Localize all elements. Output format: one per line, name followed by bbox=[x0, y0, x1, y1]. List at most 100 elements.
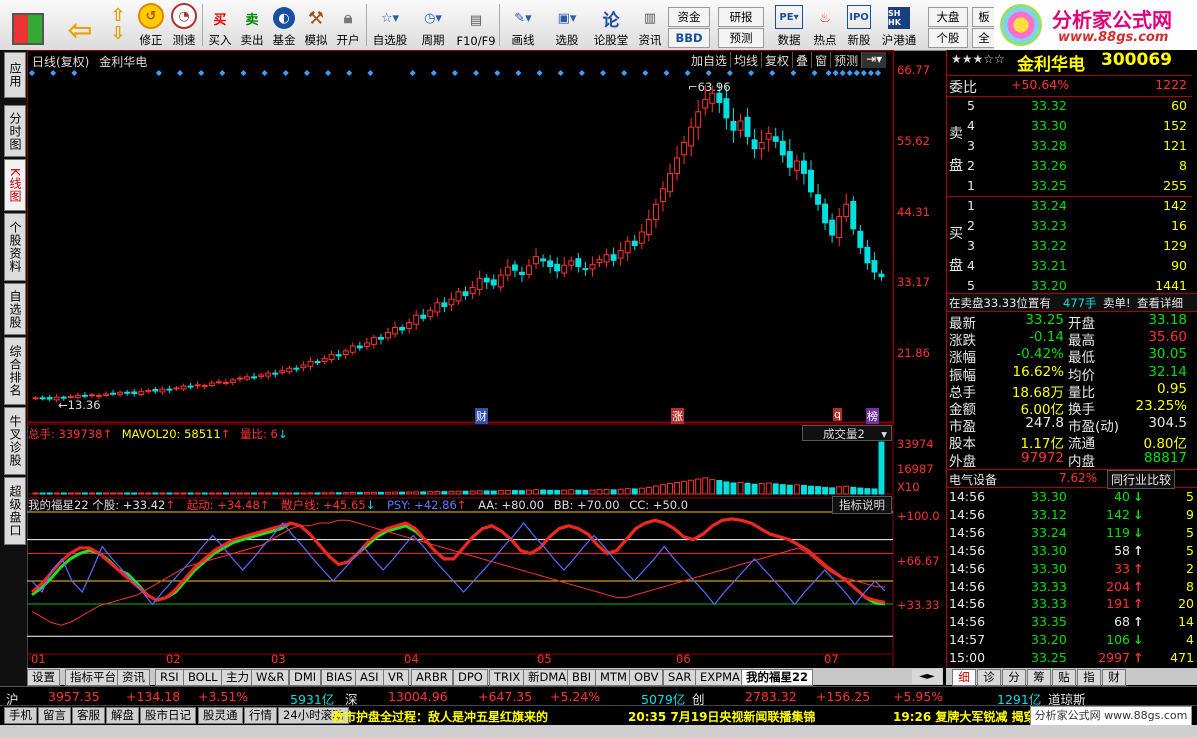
screener-button[interactable]: ▣▾ 选股 bbox=[546, 2, 588, 48]
data-button[interactable]: PE▾ 数据 bbox=[768, 2, 810, 48]
hot-button[interactable]: ♨ 热点 bbox=[810, 2, 840, 48]
indicator-tab[interactable]: VR bbox=[383, 669, 409, 686]
buy-order-row[interactable]: 4 33.21 90 bbox=[947, 258, 1187, 276]
tab-timeshare[interactable]: 分时图 bbox=[4, 105, 26, 157]
quote-tab[interactable]: 诊 bbox=[977, 669, 1001, 686]
right-arrow-icon[interactable]: ► bbox=[927, 671, 935, 682]
indicator-tab[interactable]: MTM bbox=[595, 669, 632, 686]
indicator-tab[interactable]: 新DMA bbox=[523, 669, 572, 686]
quote-tab[interactable]: 指 bbox=[1077, 669, 1101, 686]
event-finance[interactable]: 财 bbox=[475, 408, 488, 424]
open-account-button[interactable]: 🔒︎ 开户 bbox=[333, 2, 363, 48]
indicator-tab[interactable]: DMI bbox=[289, 669, 322, 686]
forum-button[interactable]: 论 论股堂 bbox=[591, 2, 631, 48]
news-headline-3[interactable]: 19:26 复牌大军锐减 揭穿 bbox=[893, 708, 1036, 725]
f10-button[interactable]: ▤ F10/F9 bbox=[456, 2, 496, 49]
indicator-tab[interactable]: DPO bbox=[453, 669, 488, 686]
buy-button[interactable]: 买 买入 bbox=[205, 2, 235, 48]
quote-tab[interactable]: 财 bbox=[1102, 669, 1126, 686]
indicator-tab[interactable]: 指标平台 bbox=[65, 669, 121, 686]
fund-button[interactable]: ◐ 基金 bbox=[269, 2, 299, 48]
quote-tab[interactable]: 筹 bbox=[1027, 669, 1051, 686]
sell-order-row[interactable]: 2 33.26 8 bbox=[947, 158, 1187, 176]
news-tab[interactable]: 手机 bbox=[4, 707, 37, 724]
forecast-button[interactable]: 预测 bbox=[718, 28, 764, 48]
sell-order-row[interactable]: 1 33.25 255 bbox=[947, 178, 1187, 196]
add-watch-button[interactable]: 加自选 bbox=[688, 52, 732, 68]
event-q[interactable]: q bbox=[833, 408, 842, 421]
buy-order-row[interactable]: 1 33.24 142 bbox=[947, 198, 1187, 216]
left-arrow-icon[interactable]: ◄ bbox=[919, 671, 927, 682]
period-button[interactable]: ◷▾ 周期 bbox=[414, 2, 452, 48]
ipo-button[interactable]: IPO 新股 bbox=[843, 2, 875, 48]
news-tab[interactable]: 客服 bbox=[72, 707, 105, 724]
quote-tab[interactable]: 贴 bbox=[1052, 669, 1076, 686]
tab-diagnose[interactable]: 牛叉诊股 bbox=[4, 407, 26, 475]
xiuzheng-button[interactable]: ↺ 修正 bbox=[134, 2, 168, 48]
windows-logo-button[interactable] bbox=[8, 2, 48, 48]
notice-detail-link[interactable]: 查看详细 bbox=[1137, 295, 1183, 311]
news-headline-1[interactable]: 救市护盘全过程：敌人是冲五星红旗来的 bbox=[332, 708, 548, 725]
research-button[interactable]: 研报 bbox=[718, 7, 764, 27]
news-tab[interactable]: 股灵通 bbox=[198, 707, 243, 724]
updown-button[interactable]: ⇧ ⇩ bbox=[106, 2, 130, 48]
sell-order-row[interactable]: 5 33.32 60 bbox=[947, 98, 1187, 116]
buy-order-row[interactable]: 3 33.22 129 bbox=[947, 238, 1187, 256]
watchlist-button[interactable]: ☆▾ 自选股 bbox=[369, 2, 411, 48]
ma-button[interactable]: 均线 bbox=[731, 52, 763, 68]
tab-apps[interactable]: 应用 bbox=[4, 52, 26, 98]
sell-button[interactable]: 卖 卖出 bbox=[237, 2, 267, 48]
sell-order-row[interactable]: 4 33.30 152 bbox=[947, 118, 1187, 136]
indicator-tab[interactable]: OBV bbox=[629, 669, 664, 686]
news-tab[interactable]: 解盘 bbox=[106, 707, 139, 724]
industry-compare-button[interactable]: 同行业比较 bbox=[1107, 470, 1176, 489]
tab-ranking[interactable]: 综合排名 bbox=[4, 337, 26, 405]
volume-dropdown[interactable]: 成交量2 ▾ bbox=[802, 425, 892, 441]
indicator-tab[interactable]: 主力 bbox=[221, 669, 254, 686]
indicator-tab[interactable]: ARBR bbox=[411, 669, 453, 686]
indicator-tab[interactable]: BIAS bbox=[321, 669, 358, 686]
bbd-button[interactable]: BBD bbox=[668, 28, 710, 48]
kline-chart[interactable] bbox=[27, 50, 946, 667]
tab-profile[interactable]: 个股资料 bbox=[4, 213, 26, 281]
ban-button[interactable]: 板 bbox=[972, 7, 996, 27]
indicator-tab[interactable]: BOLL bbox=[183, 669, 223, 686]
indicator-tab[interactable]: 设置 bbox=[27, 669, 60, 686]
tab-kline[interactable]: K线图 bbox=[4, 159, 26, 211]
simulate-button[interactable]: ⚒ 模拟 bbox=[301, 2, 331, 48]
shhk-button[interactable]: SH HK 沪港通 bbox=[878, 2, 920, 48]
indicator-tab[interactable]: 我的福星22 bbox=[741, 669, 814, 686]
indicator-tab[interactable]: BBI bbox=[567, 669, 597, 686]
indicator-tab[interactable]: SAR bbox=[663, 669, 697, 686]
buy-order-row[interactable]: 2 33.23 16 bbox=[947, 218, 1187, 236]
indicator-tab[interactable]: ASI bbox=[355, 669, 384, 686]
zijin-dropdown[interactable]: 资金 bbox=[668, 7, 710, 27]
gegu-button[interactable]: 个股 bbox=[928, 28, 968, 48]
dapan-dropdown[interactable]: 大盘 bbox=[928, 7, 968, 27]
sell-order-row[interactable]: 3 33.28 121 bbox=[947, 138, 1187, 156]
news-tab[interactable]: 留言 bbox=[38, 707, 71, 724]
quote-tab[interactable]: 细 bbox=[952, 669, 976, 686]
news-headline-2[interactable]: 20:35 7月19日央视新闻联播集锦 bbox=[628, 708, 815, 725]
indicator-help-button[interactable]: 指标说明 bbox=[832, 496, 892, 514]
indicator-tab[interactable]: EXPMA bbox=[695, 669, 745, 686]
event-limitup[interactable]: 涨 bbox=[671, 408, 684, 424]
window-button[interactable]: 窗 bbox=[812, 52, 832, 68]
quan-button[interactable]: 全 bbox=[972, 28, 996, 48]
event-ranking[interactable]: 榜 bbox=[866, 408, 879, 424]
indicator-tab[interactable]: 资讯 bbox=[117, 669, 150, 686]
indicator-tab[interactable]: RSI bbox=[155, 669, 184, 686]
tab-scroll-arrows[interactable]: ◄► bbox=[912, 669, 942, 684]
news-tab[interactable]: 股市日记 bbox=[140, 707, 196, 724]
back-button[interactable]: ⇦ bbox=[60, 2, 100, 48]
tab-watchlist[interactable]: 自选股 bbox=[4, 283, 26, 335]
expand-icon[interactable]: ⇥▾ bbox=[862, 52, 887, 68]
indicator-tab[interactable]: W&R bbox=[251, 669, 290, 686]
tab-superorder[interactable]: 超级盘口 bbox=[4, 477, 26, 545]
adjust-button[interactable]: 复权 bbox=[762, 52, 794, 68]
draw-button[interactable]: ✎▾ 画线 bbox=[503, 2, 543, 48]
cesu-button[interactable]: ◔ 测速 bbox=[168, 2, 200, 48]
news-button[interactable]: ▥ 资讯 bbox=[634, 2, 666, 48]
overlay-button[interactable]: 叠 bbox=[793, 52, 813, 68]
forecast-chart-button[interactable]: 预测 bbox=[831, 52, 863, 68]
